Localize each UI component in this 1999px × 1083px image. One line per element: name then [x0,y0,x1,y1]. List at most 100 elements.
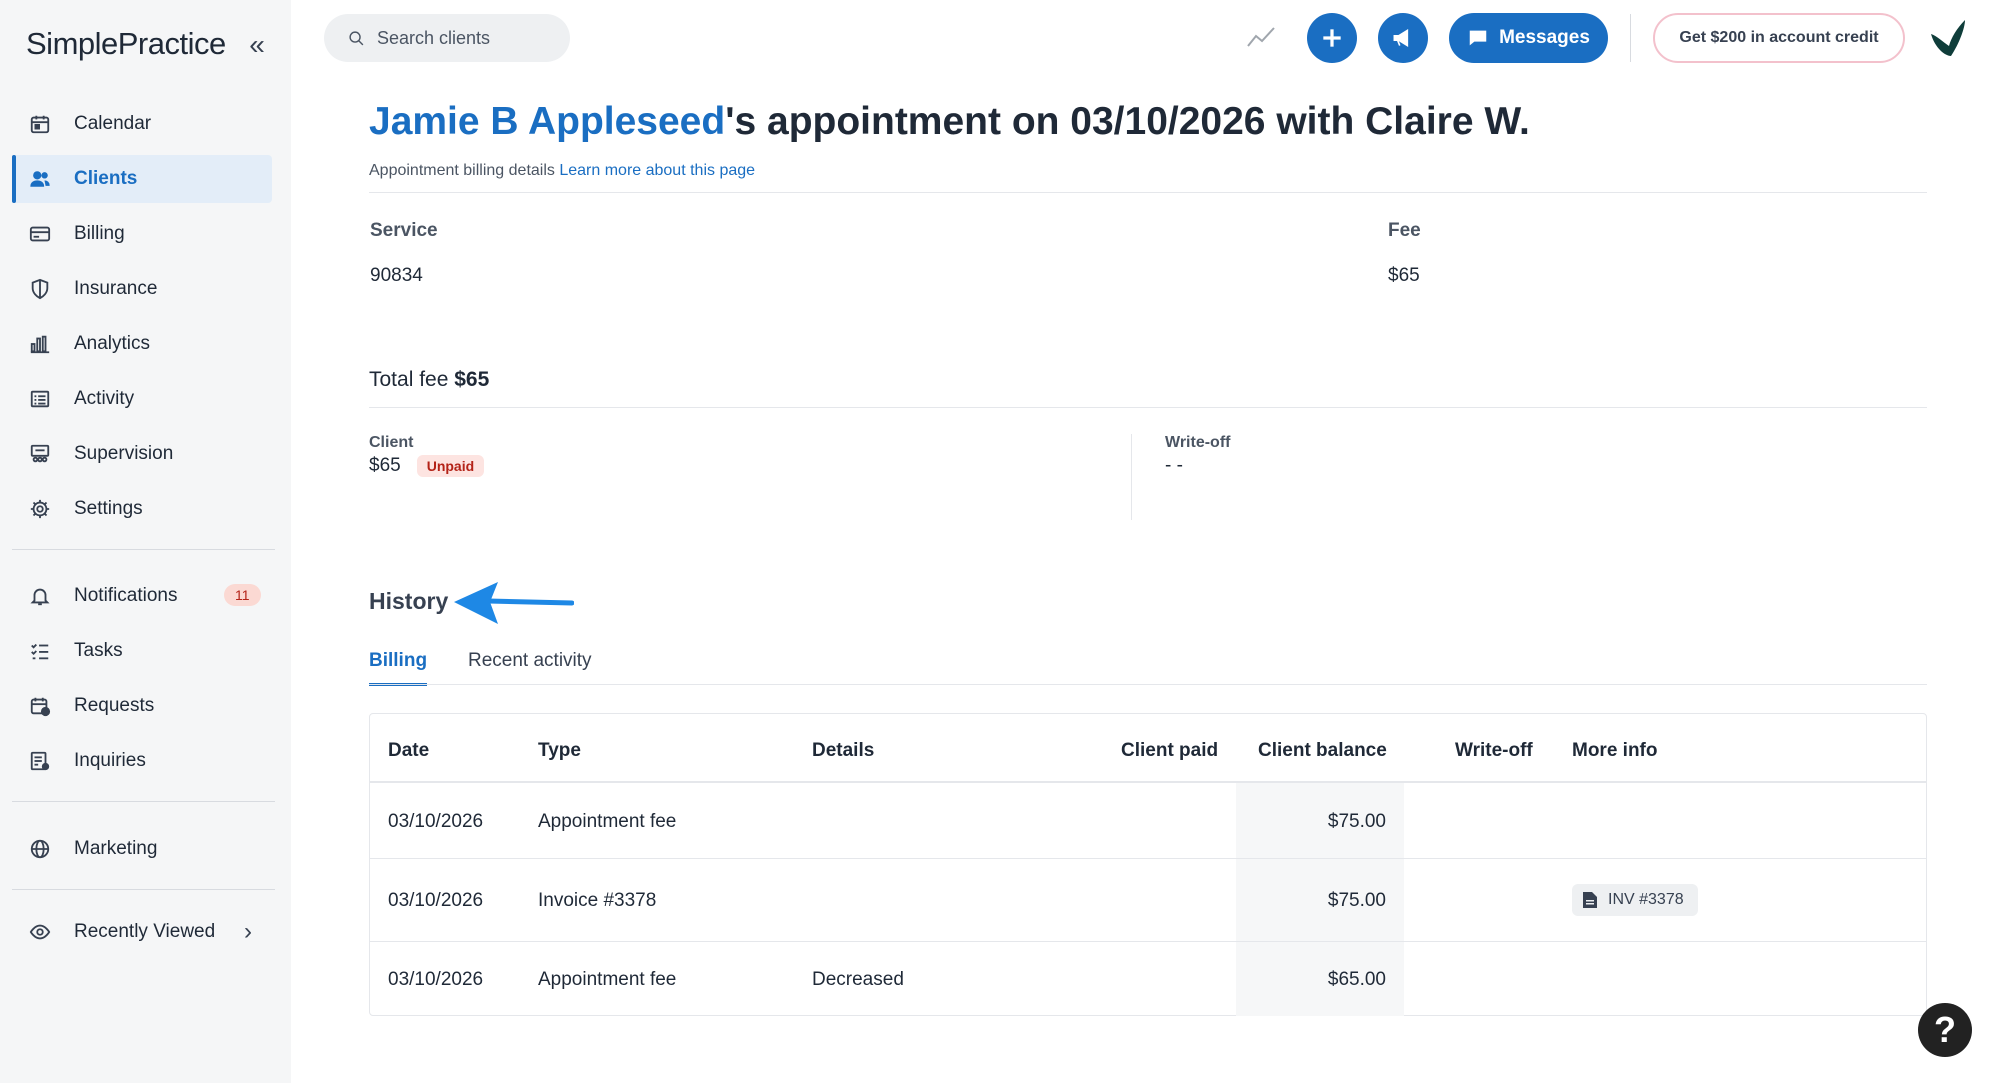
title-text: 's appointment on 03/10/2026 with Claire… [725,100,1530,143]
fee-header: Fee [1388,220,1421,241]
total-divider [369,407,1927,408]
column-header-client-paid: Client paid [1121,740,1219,761]
sidebar-item-clients[interactable]: Clients [12,155,272,203]
column-header-write-off: Write-off [1455,740,1533,761]
sidebar-item-activity[interactable]: Activity [12,375,272,423]
row-client-balance: $65.00 [1327,969,1386,990]
page-title: Jamie B Appleseed's appointment on 03/10… [369,100,1530,144]
row-date: 03/10/2026 [388,890,484,911]
shield-icon [28,277,52,301]
tab-recent-activity[interactable]: Recent activity [468,650,592,686]
bar-chart-icon [28,332,52,356]
client-amount: $65 [369,455,401,476]
credit-card-icon [28,222,52,246]
row-date: 03/10/2026 [388,811,484,832]
row-date: 03/10/2026 [388,969,484,990]
sidebar-item-settings[interactable]: Settings [12,485,272,533]
avatar[interactable] [1925,16,1971,60]
learn-more-link[interactable]: Learn more about this page [559,162,755,179]
plus-icon [1323,29,1341,47]
subtitle-text: Appointment billing details [369,162,555,179]
row-type: Appointment fee [538,969,677,990]
client-label: Client [369,434,414,451]
chevron-right-icon: › [244,918,252,945]
sidebar-item-label: Insurance [74,278,158,299]
tasks-icon [28,639,52,663]
collapse-sidebar-icon[interactable]: « [242,28,272,62]
client-name-link[interactable]: Jamie B Appleseed [369,100,725,143]
trend-icon[interactable] [1245,22,1277,54]
service-value: 90834 [370,265,423,286]
writeoff-value: - - [1165,455,1183,476]
sidebar-item-label: Clients [74,168,138,189]
tabs-divider [369,684,1927,685]
annotation-arrow-icon [454,582,574,624]
sidebar-item-recently-viewed[interactable]: Recently Viewed › [12,908,272,956]
notification-count-badge: 11 [224,584,261,606]
sidebar-item-label: Requests [74,695,155,716]
search-input[interactable] [377,27,557,49]
sidebar-divider [12,889,275,890]
messages-button[interactable]: Messages [1449,13,1608,63]
column-header-date: Date [388,740,430,761]
summary-divider [1131,434,1132,520]
invoice-link-chip[interactable]: INV #3378 [1572,884,1698,916]
search-bar[interactable] [324,14,570,62]
sidebar-item-label: Settings [74,498,143,519]
simplepractice-logo[interactable]: SimplePractice [26,26,226,62]
sidebar-divider [12,549,275,550]
eye-icon [28,920,52,944]
fee-value: $65 [1388,265,1420,286]
row-client-balance: $75.00 [1327,890,1386,911]
sidebar-item-requests[interactable]: Requests [12,682,272,730]
row-type: Appointment fee [538,811,677,832]
column-header-more-info: More info [1572,740,1658,761]
calendar-icon [28,112,52,136]
list-icon [28,387,52,411]
history-table: Date Type Details Client paid Client bal… [369,713,1927,1016]
document-icon [1583,892,1597,908]
megaphone-icon [1393,28,1409,48]
sidebar-item-insurance[interactable]: Insurance [12,265,272,313]
supervision-icon [28,442,52,466]
gear-icon [28,497,52,521]
row-divider [370,858,1926,859]
topbar-divider [1630,14,1631,62]
bell-icon [28,584,52,608]
column-header-type: Type [538,740,581,761]
sidebar-item-notifications[interactable]: Notifications 11 [12,572,272,620]
add-button[interactable] [1307,13,1357,63]
users-icon [28,167,52,191]
sidebar-item-label: Activity [74,388,135,409]
status-badge: Unpaid [416,455,485,477]
row-divider [370,941,1926,942]
calendar-request-icon [28,694,52,718]
sidebar-item-supervision[interactable]: Supervision [12,430,272,478]
tab-billing[interactable]: Billing [369,650,428,686]
sidebar-item-label: Recently Viewed [74,921,216,942]
sidebar-item-label: Billing [74,223,125,244]
sidebar-item-label: Notifications [74,585,178,606]
column-header-details: Details [812,740,875,761]
history-heading: History [369,588,449,614]
sidebar-item-analytics[interactable]: Analytics [12,320,272,368]
sidebar-divider [12,801,275,802]
column-header-client-balance: Client balance [1258,740,1387,761]
sidebar-item-tasks[interactable]: Tasks [12,627,272,675]
total-fee: Total fee $65 [369,368,489,392]
client-amount-row: $65 Unpaid [369,455,485,477]
sidebar-item-billing[interactable]: Billing [12,210,272,258]
help-button[interactable]: ? [1918,1003,1972,1057]
announcements-button[interactable] [1378,13,1428,63]
sidebar-item-inquiries[interactable]: Inquiries [12,737,272,785]
sidebar-item-marketing[interactable]: Marketing [12,825,272,873]
search-icon [349,30,364,45]
service-header: Service [370,220,438,241]
account-credit-button[interactable]: Get $200 in account credit [1653,13,1905,63]
page-subtitle: Appointment billing details Learn more a… [369,162,755,180]
sidebar-item-label: Inquiries [74,750,146,771]
writeoff-label: Write-off [1165,434,1231,451]
sidebar-item-calendar[interactable]: Calendar [12,100,272,148]
messages-label: Messages [1499,27,1590,48]
globe-icon [28,837,52,861]
